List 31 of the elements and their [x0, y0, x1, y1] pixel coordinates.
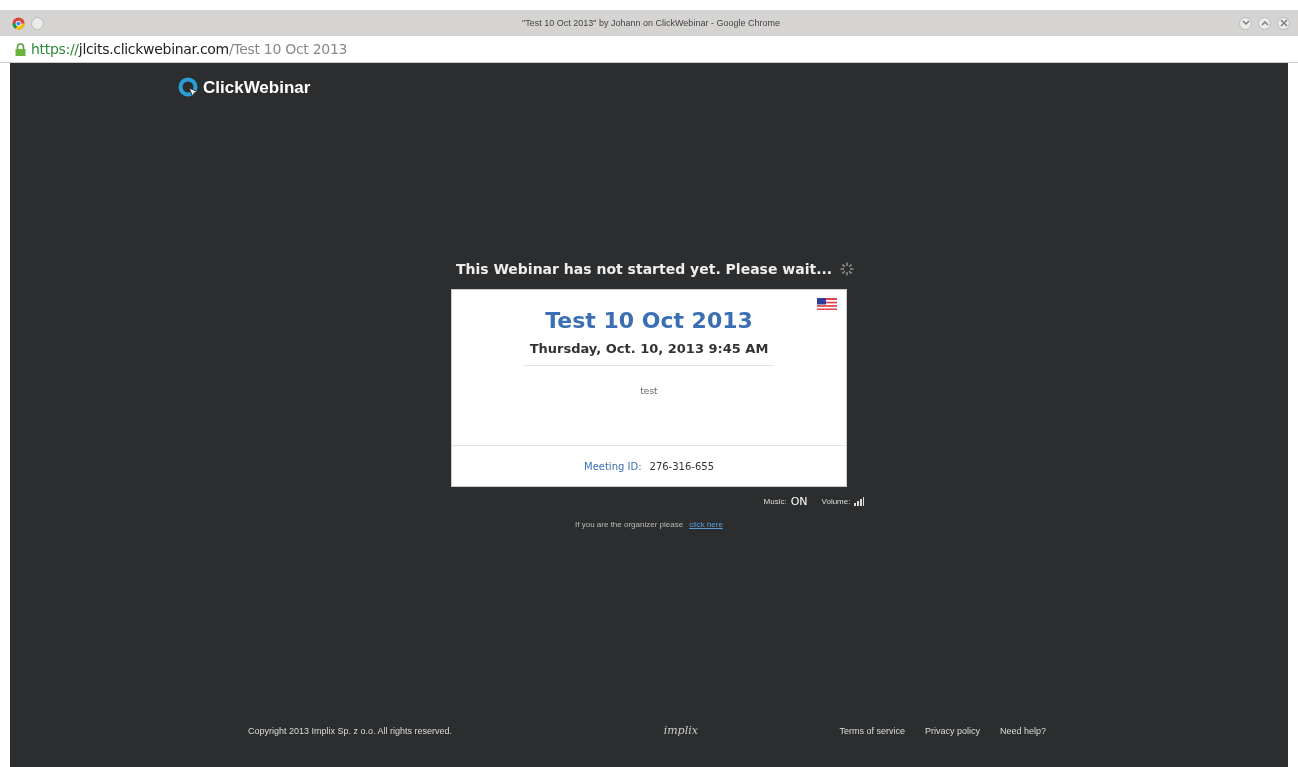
webinar-title: Test 10 Oct 2013	[545, 308, 753, 333]
status-message: This Webinar has not started yet. Please wait...	[455, 261, 833, 277]
minimize-button[interactable]	[1239, 16, 1252, 30]
implix-logo[interactable]: implix	[663, 724, 698, 737]
footer-link[interactable]: Need help?	[999, 725, 1046, 736]
chevron-down-icon	[1241, 20, 1250, 26]
meeting-id: 276-316-655	[649, 460, 714, 472]
chevron-up-icon	[1260, 20, 1269, 26]
volume-icon[interactable]	[854, 497, 865, 506]
maximize-button[interactable]	[1258, 16, 1271, 30]
close-icon	[1279, 19, 1288, 27]
organizer-text: If you are the organizer please	[575, 520, 684, 529]
close-button[interactable]	[1277, 16, 1290, 30]
webinar-datetime: Thursday, Oct. 10, 2013 9:45 AM	[524, 341, 774, 366]
volume-label: Volume:	[821, 497, 851, 506]
logo[interactable]: ClickWebinar	[178, 77, 311, 99]
spinner-icon	[840, 262, 855, 276]
organizer-link[interactable]: click here	[689, 520, 723, 529]
copyright-text: Copyright 2013 Implix Sp. z o.o. All rights reserved.	[248, 725, 453, 736]
url-field[interactable]: https://jlcits.clickwebinar.com/Test 10 Oct 2013	[31, 41, 348, 57]
meeting-id-label: Meeting ID:	[584, 460, 642, 472]
browser-icon	[12, 16, 25, 30]
music-toggle[interactable]: ON	[790, 495, 808, 508]
music-label: Music:	[763, 497, 787, 506]
window-title: "Test 10 Oct 2013" by Johann on ClickWebinar - Google Chrome	[521, 18, 781, 28]
us-flag-icon[interactable]	[817, 298, 837, 310]
lock-icon	[15, 42, 26, 56]
webinar-description: test	[640, 386, 658, 396]
logo-icon	[178, 77, 200, 99]
footer-link[interactable]: Terms of service	[839, 725, 905, 736]
footer-link[interactable]: Privacy policy	[924, 725, 980, 736]
